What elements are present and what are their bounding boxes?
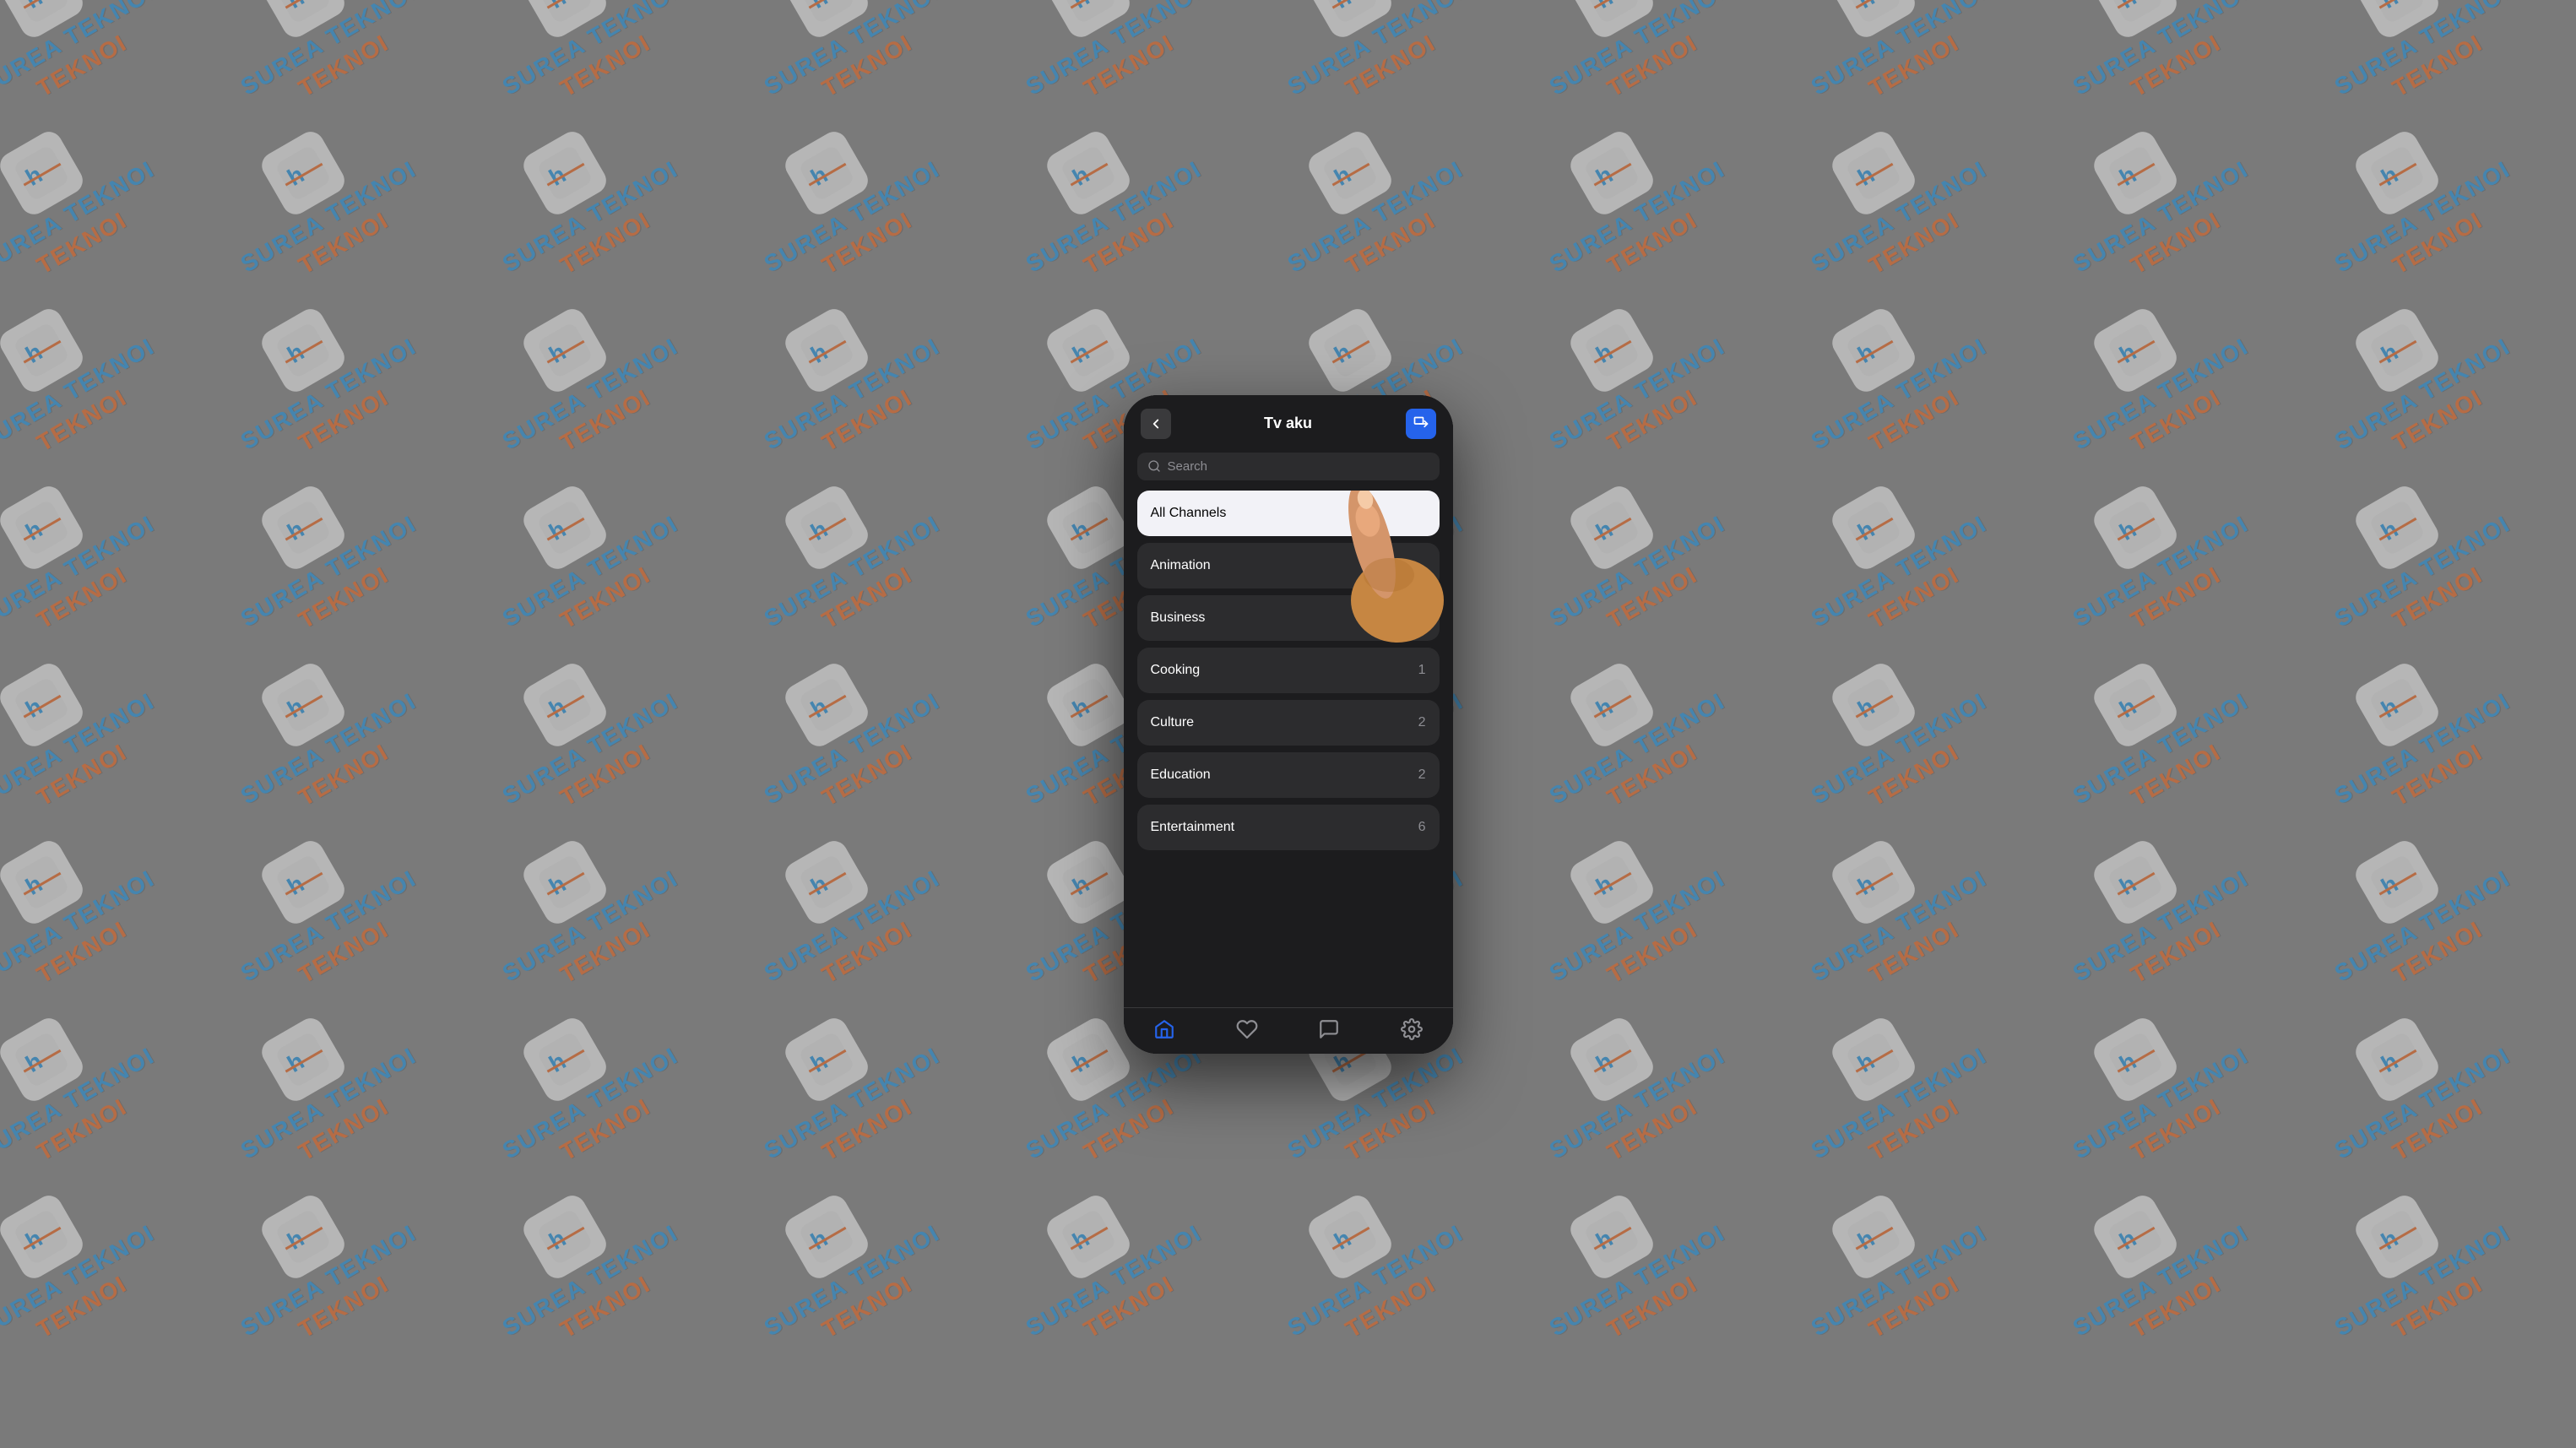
search-bar[interactable]: Search	[1137, 453, 1440, 480]
category-list: All Channels	[1124, 491, 1453, 1007]
category-name-cooking: Cooking	[1151, 663, 1201, 678]
nav-home[interactable]	[1153, 1018, 1175, 1040]
category-item-education[interactable]: Education 2	[1137, 752, 1440, 798]
nav-messages[interactable]	[1318, 1018, 1340, 1040]
playlist-icon	[1413, 415, 1429, 432]
category-item-business[interactable]: Business 4	[1137, 595, 1440, 641]
category-item-animation[interactable]: Animation	[1137, 543, 1440, 588]
category-count-cooking: 1	[1418, 663, 1426, 678]
category-count-business: 4	[1418, 610, 1426, 626]
app-screen: Tv aku Search All Channels	[1124, 395, 1453, 1054]
settings-icon	[1401, 1018, 1423, 1040]
category-name-entertainment: Entertainment	[1151, 820, 1235, 835]
heart-icon	[1236, 1018, 1258, 1040]
bottom-navigation	[1124, 1007, 1453, 1054]
category-item-entertainment[interactable]: Entertainment 6	[1137, 805, 1440, 850]
category-name-business: Business	[1151, 610, 1206, 626]
category-name-culture: Culture	[1151, 715, 1195, 730]
category-item-culture[interactable]: Culture 2	[1137, 700, 1440, 746]
category-item-all-channels[interactable]: All Channels	[1137, 491, 1440, 536]
playlist-button[interactable]	[1406, 409, 1436, 439]
home-icon	[1153, 1018, 1175, 1040]
category-count-education: 2	[1418, 767, 1426, 783]
nav-favorites[interactable]	[1236, 1018, 1258, 1040]
category-name-education: Education	[1151, 767, 1211, 783]
category-count-entertainment: 6	[1418, 820, 1426, 835]
nav-settings[interactable]	[1401, 1018, 1423, 1040]
page-title: Tv aku	[1264, 415, 1312, 432]
back-button[interactable]	[1141, 409, 1171, 439]
phone-device: Tv aku Search All Channels	[1124, 395, 1453, 1054]
chat-icon	[1318, 1018, 1340, 1040]
search-placeholder: Search	[1168, 459, 1208, 474]
header: Tv aku	[1124, 395, 1453, 446]
category-item-cooking[interactable]: Cooking 1	[1137, 648, 1440, 693]
back-chevron-icon	[1148, 416, 1163, 431]
category-name-animation: Animation	[1151, 558, 1211, 573]
search-icon	[1147, 459, 1161, 473]
category-count-culture: 2	[1418, 715, 1426, 730]
category-name-all-channels: All Channels	[1151, 506, 1227, 521]
